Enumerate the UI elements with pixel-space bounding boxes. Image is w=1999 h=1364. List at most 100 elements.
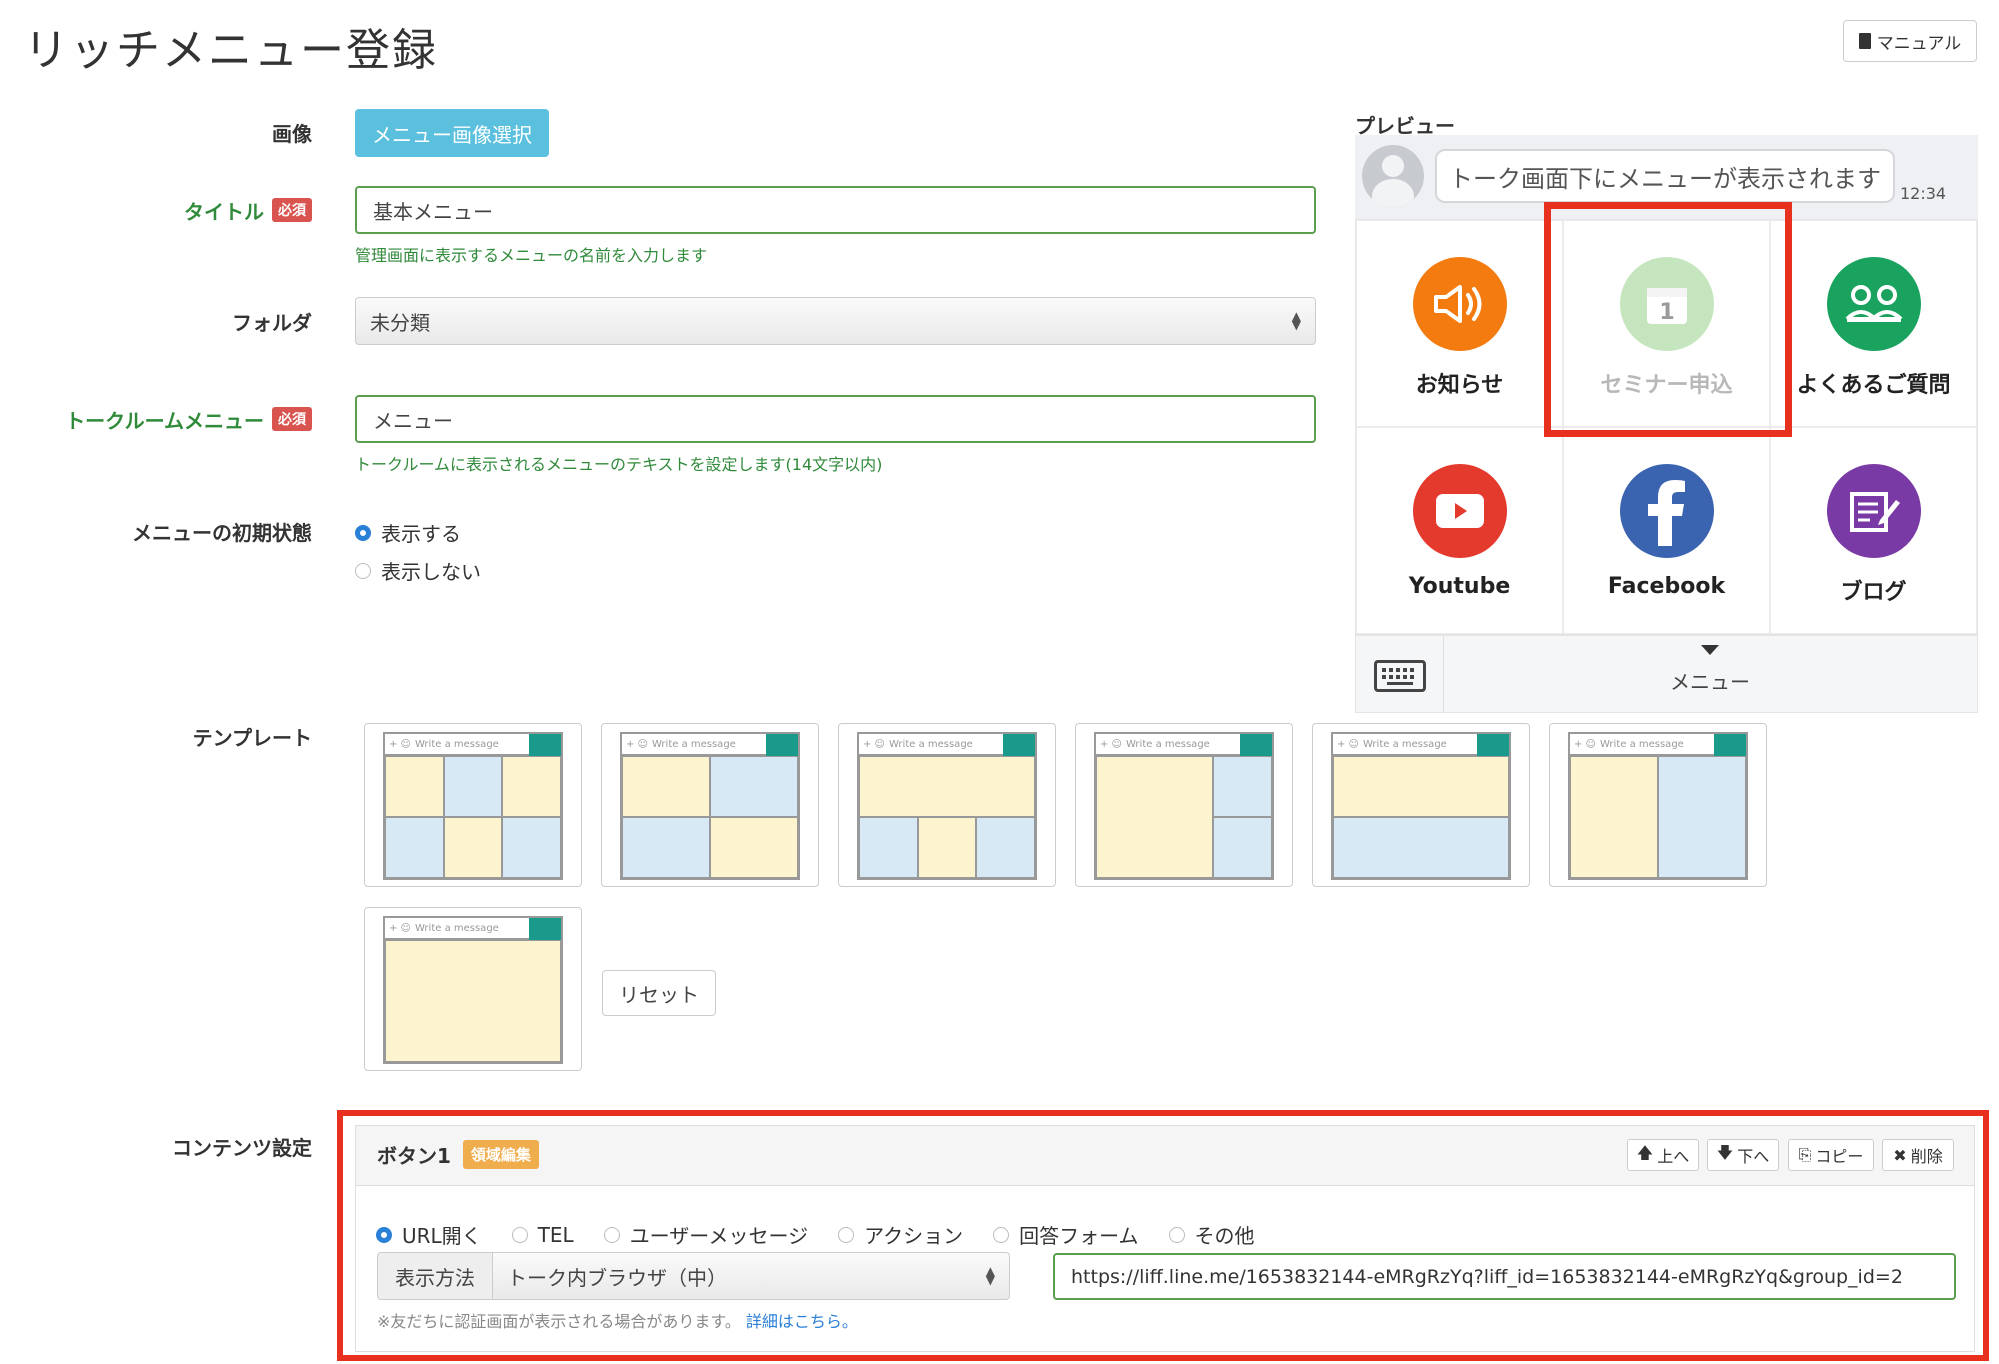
move-up-label: 上へ [1657, 1147, 1690, 1166]
preview-cell-label: Facebook [1607, 574, 1726, 599]
initial-state-label: メニューの初期状態 [0, 515, 312, 547]
template-bar: + ☺ Write a message [622, 734, 798, 756]
preview-cell-blog[interactable]: ブログ [1770, 427, 1977, 634]
updown-icon: ▲ ▼ [985, 1264, 995, 1287]
preview-cell-youtube[interactable]: Youtube [1356, 427, 1563, 634]
preview-menu-text: メニュー [1670, 670, 1750, 694]
template-option-1[interactable]: + ☺ Write a message [364, 723, 582, 887]
folder-label-text: フォルダ [232, 310, 312, 335]
manual-button[interactable]: マニュアル [1843, 20, 1977, 62]
area-edit-badge[interactable]: 領域編集 [462, 1140, 539, 1169]
radio-answer-form[interactable]: 回答フォーム [993, 1220, 1139, 1249]
template-option-2[interactable]: + ☺ Write a message [601, 723, 819, 887]
template-option-7[interactable]: + ☺ Write a message [364, 907, 582, 1071]
template-option-3[interactable]: + ☺ Write a message [838, 723, 1056, 887]
radio-url-label: URL開く [402, 1224, 482, 1248]
arrow-down-icon: 🡇 [1716, 1142, 1734, 1162]
avatar [1362, 145, 1424, 207]
template-option-5[interactable]: + ☺ Write a message [1312, 723, 1530, 887]
divider [1443, 636, 1444, 712]
caret-down-icon[interactable] [1701, 645, 1719, 655]
template-bar-text: Write a message [1125, 738, 1210, 750]
image-label: 画像 [0, 116, 312, 148]
radio-action[interactable]: アクション [838, 1220, 963, 1249]
button-title: ボタン1 [377, 1144, 451, 1168]
template-bar: + ☺ Write a message [1096, 734, 1272, 756]
arrow-up-icon: 🡅 [1636, 1142, 1654, 1162]
preview-cell-faq[interactable]: よくあるご質問 [1770, 220, 1977, 427]
auth-note: ※友だちに認証画面が表示される場合があります。 詳細はこちら。 [377, 1308, 858, 1332]
title-input[interactable]: 基本メニュー [355, 186, 1316, 234]
radio-button[interactable] [993, 1226, 1010, 1243]
radio-show[interactable]: 表示する [355, 518, 461, 547]
preview-cell-label: ブログ [1840, 580, 1907, 605]
blog-icon [1826, 464, 1921, 558]
radio-button[interactable] [511, 1226, 528, 1243]
radio-button[interactable] [838, 1226, 855, 1243]
move-down-label: 下へ [1737, 1147, 1770, 1166]
auth-note-text: ※友だちに認証画面が表示される場合があります。 [377, 1312, 741, 1331]
preview-cell-label: よくあるご質問 [1796, 373, 1951, 398]
content-settings-label: コンテンツ設定 [0, 1130, 312, 1162]
people-icon [1826, 257, 1921, 351]
display-method-select[interactable]: トーク内ブラウザ（中） ▲ ▼ [492, 1252, 1010, 1300]
copy-label: コピー [1815, 1147, 1864, 1166]
details-link[interactable]: 詳細はこちら。 [746, 1312, 858, 1331]
preview-chat-bubble: トーク画面下にメニューが表示されます [1435, 149, 1895, 203]
preview-cell-notice[interactable]: お知らせ [1356, 220, 1563, 427]
manual-button-label: マニュアル [1876, 33, 1962, 54]
delete-label: 削除 [1910, 1147, 1943, 1166]
move-down-button[interactable]: 🡇 下へ [1707, 1139, 1779, 1171]
copy-button[interactable]: ⎘ コピー [1788, 1139, 1874, 1171]
template-label-text: テンプレート [192, 725, 312, 750]
radio-button[interactable] [355, 562, 371, 579]
template-bar: + ☺ Write a message [1333, 734, 1509, 756]
reset-button[interactable]: リセット [602, 970, 716, 1016]
talkroom-menu-label: トークルームメニュー 必須 [0, 403, 312, 435]
display-method-label: 表示方法 [377, 1252, 493, 1300]
title-label: タイトル 必須 [0, 194, 312, 226]
folder-label: フォルダ [0, 305, 312, 337]
title-label-text: タイトル [184, 199, 264, 224]
radio-button[interactable] [355, 524, 371, 541]
radio-tel[interactable]: TEL [511, 1220, 574, 1249]
select-menu-image-button[interactable]: メニュー画像選択 [355, 109, 549, 157]
radio-button[interactable] [1168, 1226, 1185, 1243]
initial-state-label-text: メニューの初期状態 [132, 520, 312, 545]
radio-other[interactable]: その他 [1168, 1220, 1255, 1249]
display-method-value: トーク内ブラウザ（中） [507, 1265, 727, 1290]
radio-hide[interactable]: 表示しない [355, 556, 481, 585]
talkroom-menu-input[interactable]: メニュー [355, 395, 1316, 443]
preview-timestamp: 12:34 [1900, 184, 1947, 203]
template-bar: + ☺ Write a message [385, 918, 561, 940]
facebook-icon [1619, 464, 1714, 558]
radio-tel-label: TEL [537, 1222, 574, 1247]
folder-select[interactable]: 未分類 ▲ ▼ [355, 297, 1316, 345]
page-title: リッチメニュー登録 [24, 25, 438, 76]
close-icon: ✖ [1893, 1145, 1907, 1165]
template-bar: + ☺ Write a message [1570, 734, 1746, 756]
template-option-4[interactable]: + ☺ Write a message [1075, 723, 1293, 887]
preview-cell-label: お知らせ [1415, 373, 1504, 398]
image-label-text: 画像 [272, 121, 312, 146]
template-bar-text: Write a message [1599, 738, 1684, 750]
move-up-button[interactable]: 🡅 上へ [1627, 1139, 1699, 1171]
radio-user-message-label: ユーザーメッセージ [629, 1224, 809, 1248]
book-icon [1858, 33, 1871, 49]
template-bar-text: Write a message [651, 738, 736, 750]
url-input[interactable]: https://liff.line.me/1653832144-eMRgRzYq… [1053, 1253, 1956, 1300]
radio-user-message[interactable]: ユーザーメッセージ [603, 1220, 809, 1249]
delete-button[interactable]: ✖ 削除 [1882, 1139, 1954, 1171]
radio-url[interactable]: URL開く [376, 1220, 482, 1249]
preview-cell-facebook[interactable]: Facebook [1563, 427, 1770, 634]
updown-icon: ▲ ▼ [1291, 309, 1301, 332]
radio-show-label: 表示する [381, 522, 461, 546]
radio-button[interactable] [376, 1226, 392, 1243]
template-option-6[interactable]: + ☺ Write a message [1549, 723, 1767, 887]
radio-other-label: その他 [1194, 1224, 1255, 1248]
required-badge: 必須 [272, 198, 312, 222]
preview-cell-label: Youtube [1408, 574, 1511, 599]
action-type-radios: URL開く TEL ユーザーメッセージ アクション 回答フォーム その他 [376, 1220, 1255, 1249]
radio-button[interactable] [603, 1226, 620, 1243]
template-bar-text: Write a message [888, 738, 973, 750]
